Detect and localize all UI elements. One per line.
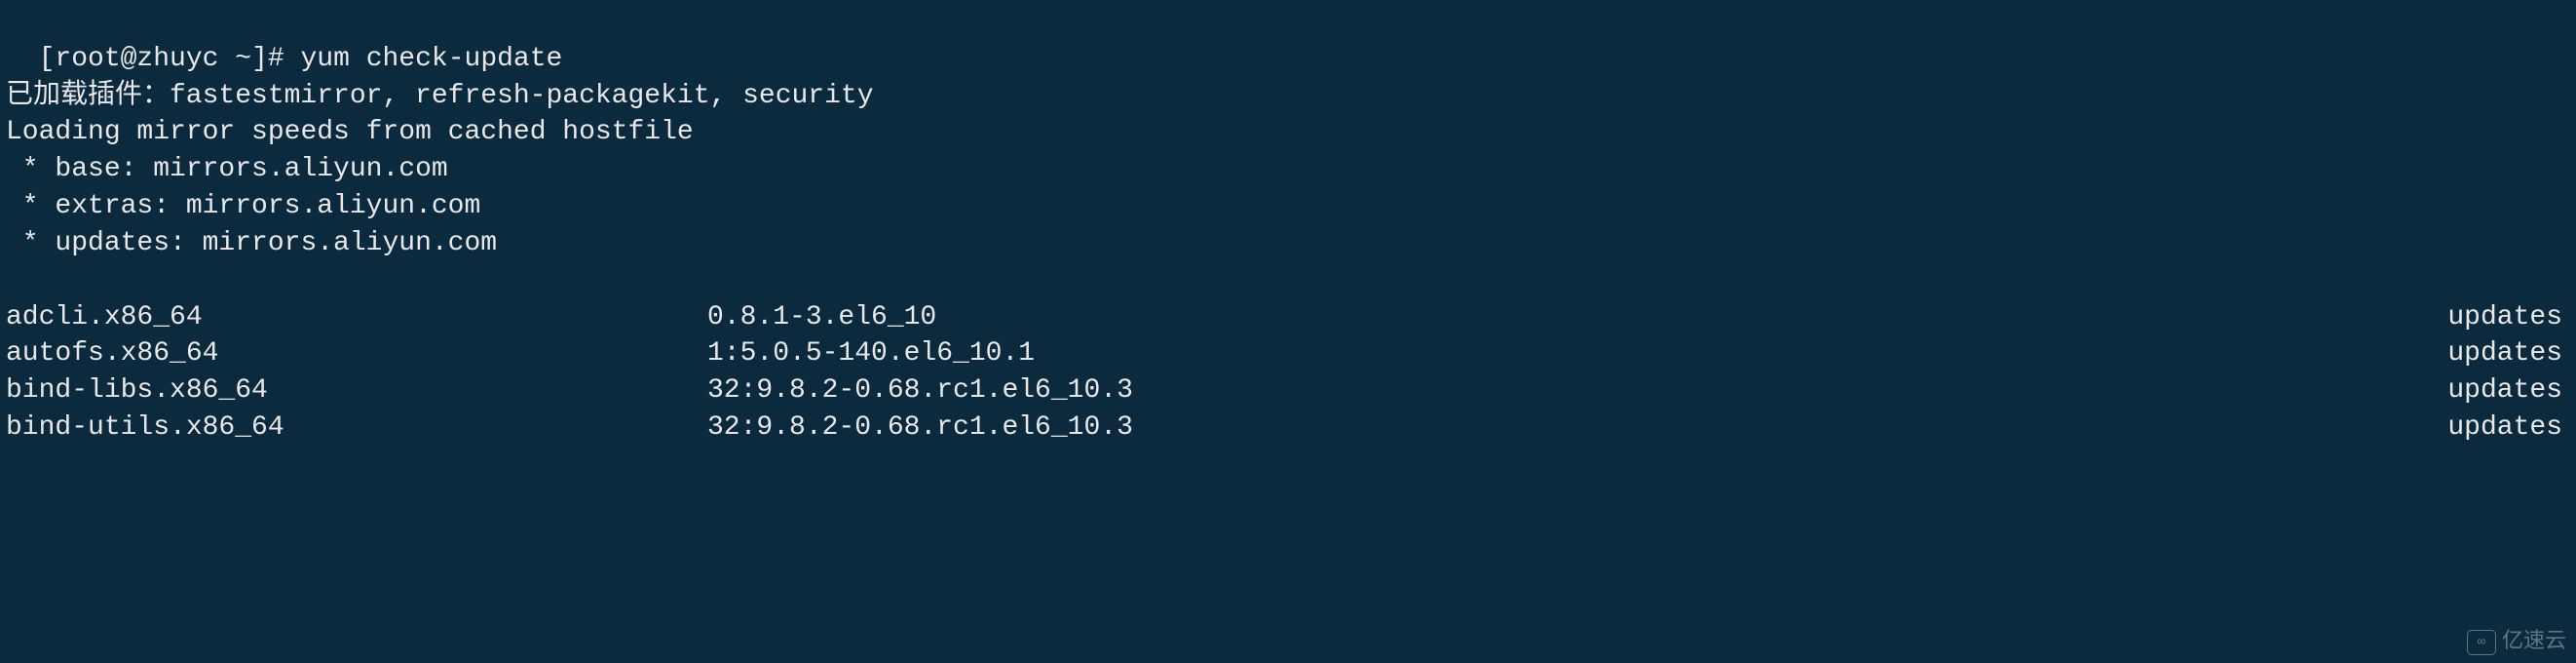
package-name: adcli.x86_64: [6, 299, 707, 336]
blank-line: [6, 262, 2570, 299]
command-text: yum check-update: [300, 44, 562, 74]
output-loading-line: Loading mirror speeds from cached hostfi…: [6, 114, 2570, 151]
package-repo: updates: [2375, 410, 2570, 447]
prompt-user-host: root@zhuyc: [55, 44, 218, 74]
prompt-bracket-open: [: [39, 44, 56, 74]
package-row: bind-utils.x86_64 32:9.8.2-0.68.rc1.el6_…: [6, 410, 2570, 447]
package-version: 1:5.0.5-140.el6_10.1: [707, 335, 2375, 372]
package-version: 0.8.1-3.el6_10: [707, 299, 2375, 336]
package-name: bind-libs.x86_64: [6, 372, 707, 410]
package-name: autofs.x86_64: [6, 335, 707, 372]
package-repo: updates: [2375, 335, 2570, 372]
watermark: ∞ 亿速云: [2467, 628, 2566, 657]
watermark-text: 亿速云: [2502, 628, 2566, 657]
package-row: autofs.x86_64 1:5.0.5-140.el6_10.1 updat…: [6, 335, 2570, 372]
output-mirror-base: * base: mirrors.aliyun.com: [6, 151, 2570, 188]
package-row: adcli.x86_64 0.8.1-3.el6_10 updates: [6, 299, 2570, 336]
prompt-bracket-close: ]#: [251, 44, 300, 74]
package-row: bind-libs.x86_64 32:9.8.2-0.68.rc1.el6_1…: [6, 372, 2570, 410]
watermark-icon: ∞: [2467, 630, 2496, 655]
output-mirror-extras: * extras: mirrors.aliyun.com: [6, 188, 2570, 225]
package-name: bind-utils.x86_64: [6, 410, 707, 447]
prompt-tilde: ~: [218, 44, 251, 74]
package-version: 32:9.8.2-0.68.rc1.el6_10.3: [707, 410, 2375, 447]
package-version: 32:9.8.2-0.68.rc1.el6_10.3: [707, 372, 2375, 410]
package-repo: updates: [2375, 372, 2570, 410]
output-plugins-line: 已加载插件：fastestmirror, refresh-packagekit,…: [6, 78, 2570, 115]
output-mirror-updates: * updates: mirrors.aliyun.com: [6, 225, 2570, 262]
terminal-prompt-line: [root@zhuyc ~]# yum check-update: [6, 4, 2570, 78]
package-repo: updates: [2375, 299, 2570, 336]
